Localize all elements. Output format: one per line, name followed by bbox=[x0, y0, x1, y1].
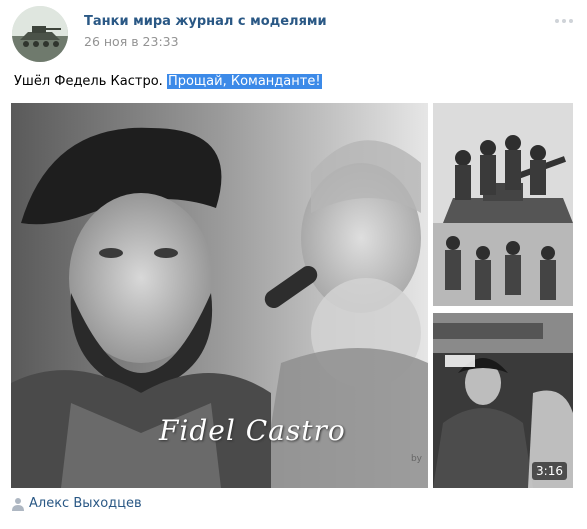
group-avatar-image bbox=[12, 6, 68, 62]
user-icon bbox=[12, 497, 24, 511]
post-text-highlighted: Прощай, Команданте! bbox=[166, 74, 322, 89]
post-text-plain: Ушёл Федель Кастро. bbox=[14, 74, 163, 89]
post-author-name[interactable]: Алекс Выходцев bbox=[29, 496, 142, 511]
more-dots-icon[interactable] bbox=[555, 16, 575, 26]
post-author[interactable]: Алекс Выходцев bbox=[12, 496, 142, 511]
main-photo[interactable]: Fidel Castro by bbox=[11, 103, 428, 488]
group-avatar[interactable] bbox=[12, 6, 68, 62]
video-duration: 3:16 bbox=[532, 462, 567, 480]
video-thumbnail[interactable]: 3:16 bbox=[433, 313, 573, 488]
group-name-link[interactable]: Танки мира журнал с моделями bbox=[84, 14, 327, 29]
main-photo-caption: Fidel Castro bbox=[159, 414, 346, 447]
post-text: Ушёл Федель Кастро. Прощай, Команданте! bbox=[14, 74, 322, 89]
tank-photo[interactable] bbox=[433, 103, 573, 306]
main-photo-signature: by bbox=[410, 454, 422, 464]
tank-photo-image bbox=[433, 103, 573, 306]
post-date[interactable]: 26 ноя в 23:33 bbox=[84, 34, 179, 49]
